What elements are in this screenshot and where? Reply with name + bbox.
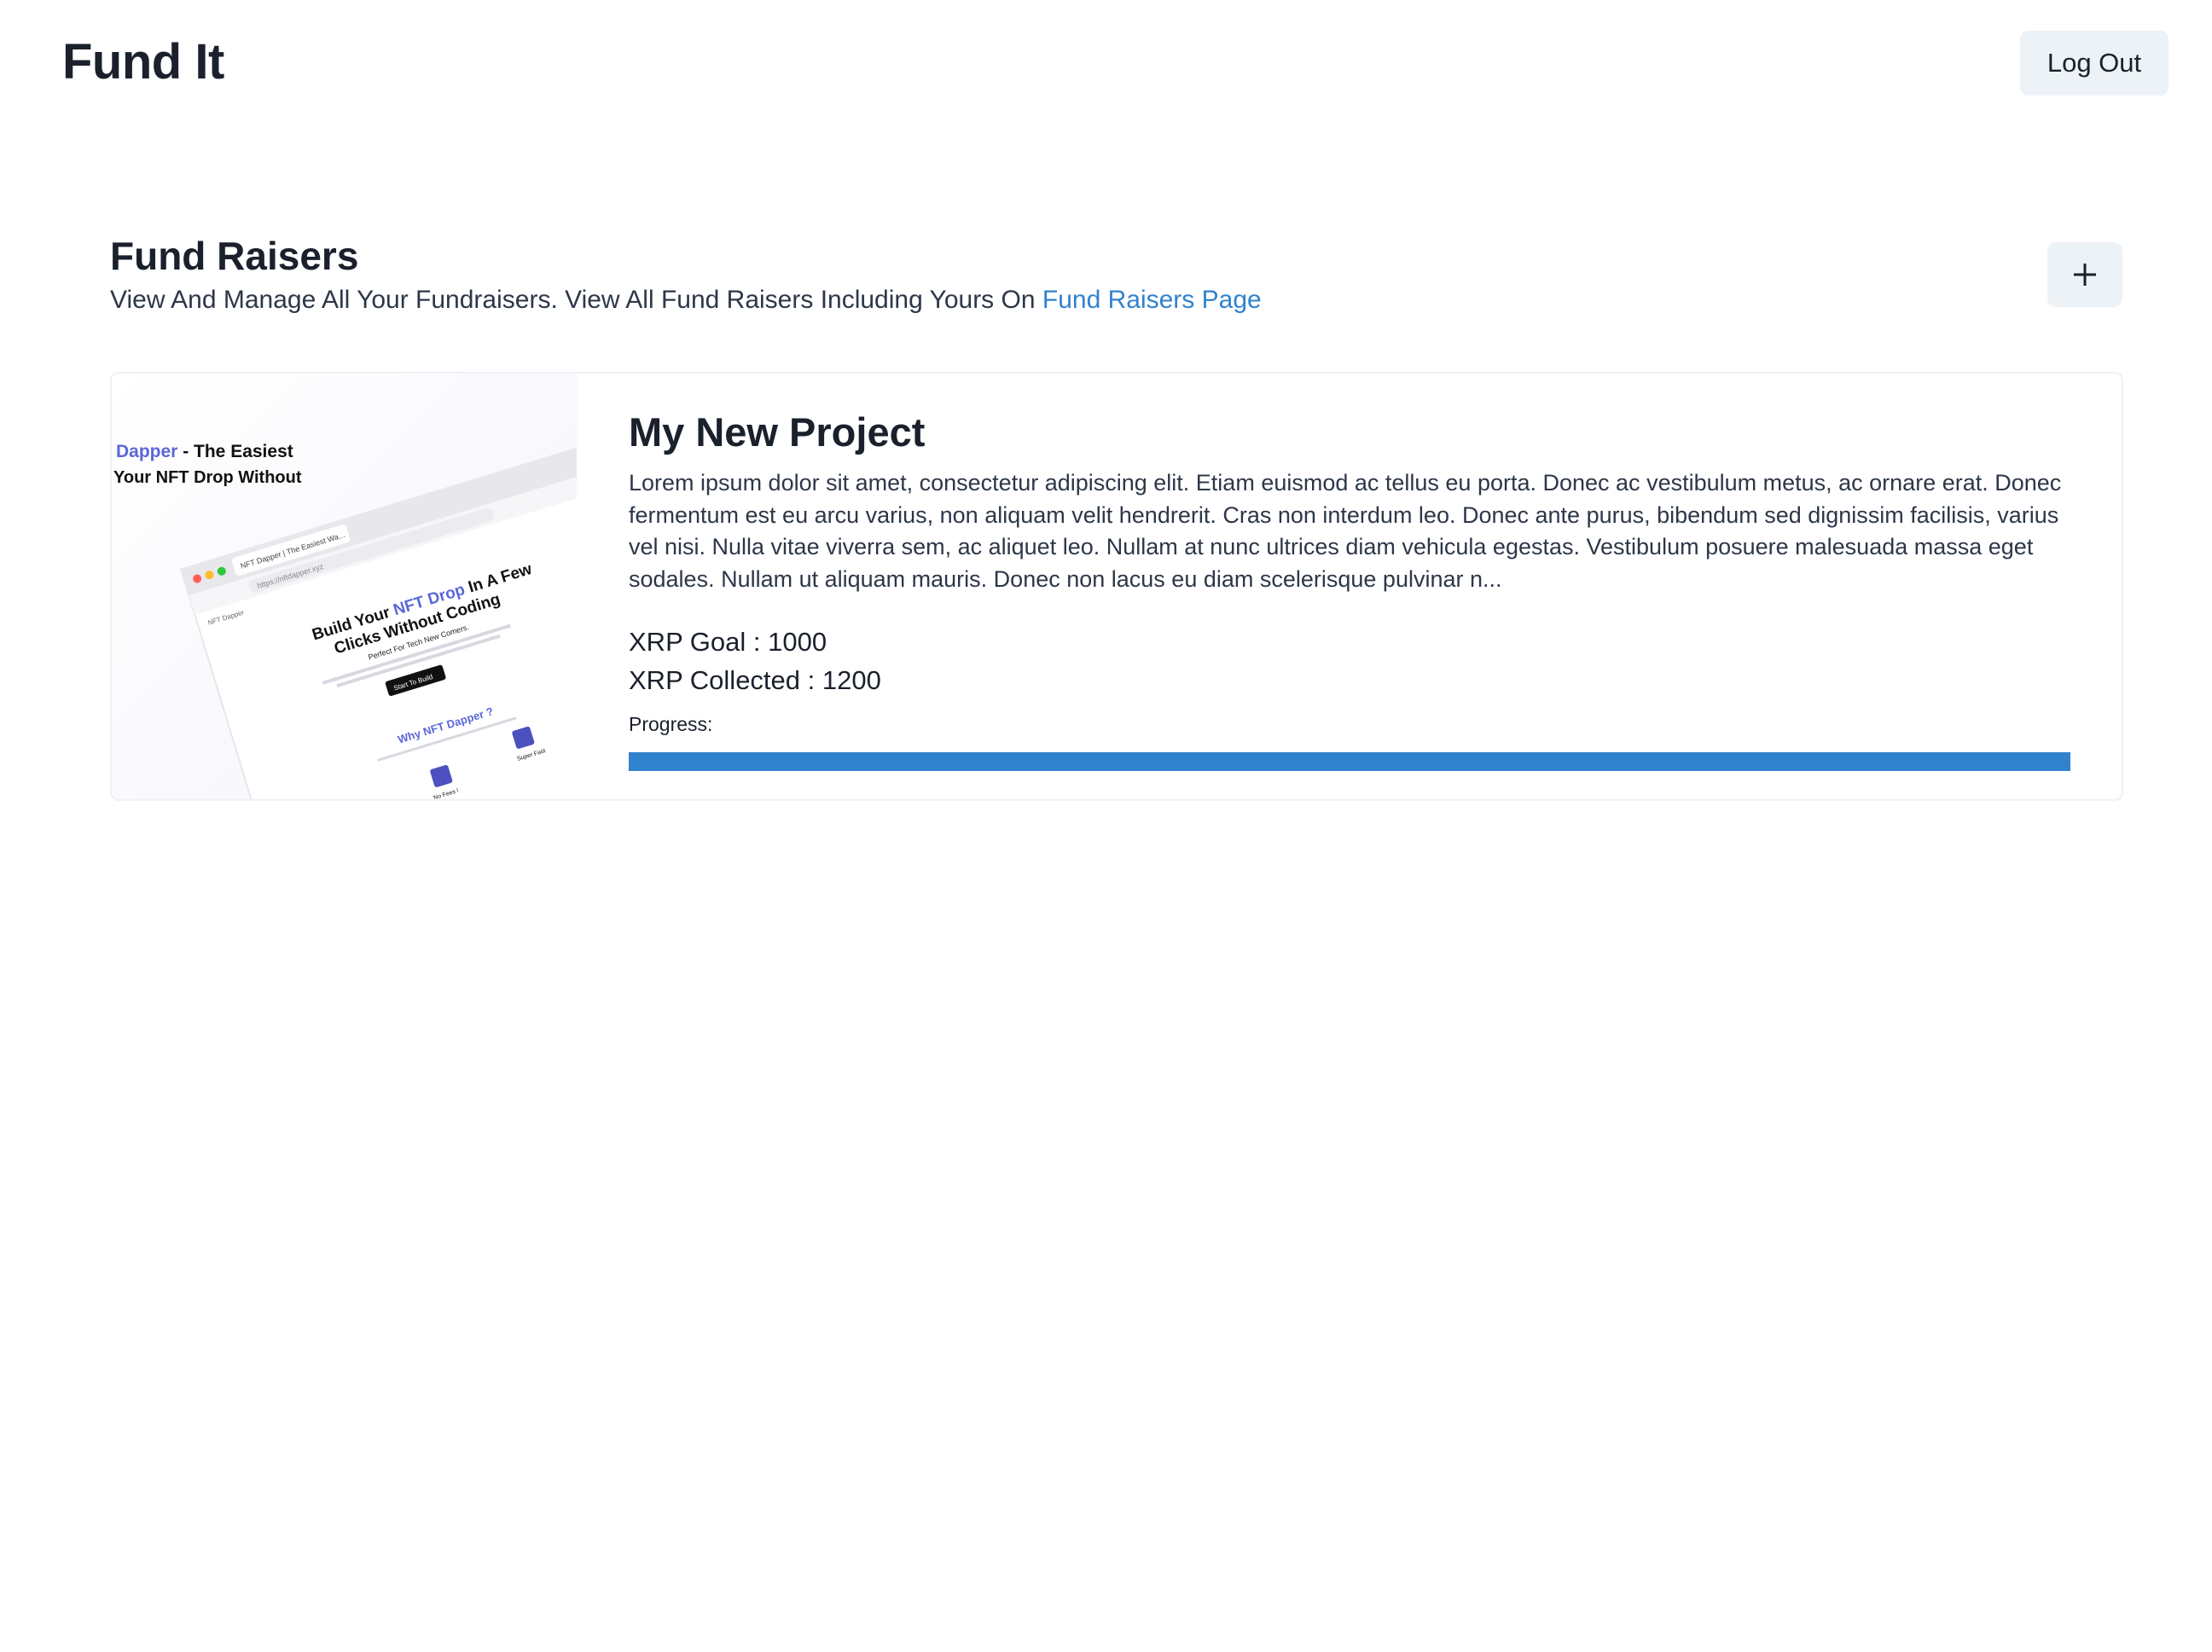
thumb-headline-2: Your NFT Drop Without bbox=[113, 468, 302, 487]
add-fundraiser-button[interactable] bbox=[2047, 242, 2122, 307]
logout-button[interactable]: Log Out bbox=[2020, 31, 2168, 96]
plus-icon bbox=[2074, 264, 2096, 286]
progress-label: Progress: bbox=[629, 713, 713, 735]
top-navbar: Fund It Log Out bbox=[0, 0, 2212, 128]
thumb-headline: - The Easiest bbox=[177, 442, 293, 461]
brand-logo[interactable]: Fund It bbox=[62, 32, 224, 92]
svg-text:Dapper - The Easiest: Dapper - The Easiest bbox=[116, 442, 293, 461]
fundraiser-card-body: My New Project Lorem ipsum dolor sit ame… bbox=[629, 408, 2070, 771]
xrp-goal: XRP Goal : 1000 bbox=[629, 627, 827, 657]
subtitle-text: View And Manage All Your Fundraisers. Vi… bbox=[110, 286, 1042, 314]
fund-raisers-page-link[interactable]: Fund Raisers Page bbox=[1042, 286, 1262, 314]
page-subtitle: View And Manage All Your Fundraisers. Vi… bbox=[110, 283, 1262, 317]
progress-bar bbox=[629, 752, 2070, 771]
progress-fill bbox=[629, 752, 2070, 771]
page-title: Fund Raisers bbox=[110, 234, 359, 278]
project-thumbnail: Dapper - The Easiest Your NFT Drop Witho… bbox=[112, 374, 577, 799]
project-description: Lorem ipsum dolor sit amet, consectetur … bbox=[629, 470, 2062, 592]
project-title[interactable]: My New Project bbox=[629, 408, 2070, 457]
xrp-collected: XRP Collected : 1200 bbox=[629, 665, 881, 695]
fundraiser-card[interactable]: Dapper - The Easiest Your NFT Drop Witho… bbox=[110, 372, 2123, 801]
thumb-brand: Dapper bbox=[116, 442, 177, 461]
fundraisers-header: Fund Raisers View And Manage All Your Fu… bbox=[110, 230, 2123, 324]
